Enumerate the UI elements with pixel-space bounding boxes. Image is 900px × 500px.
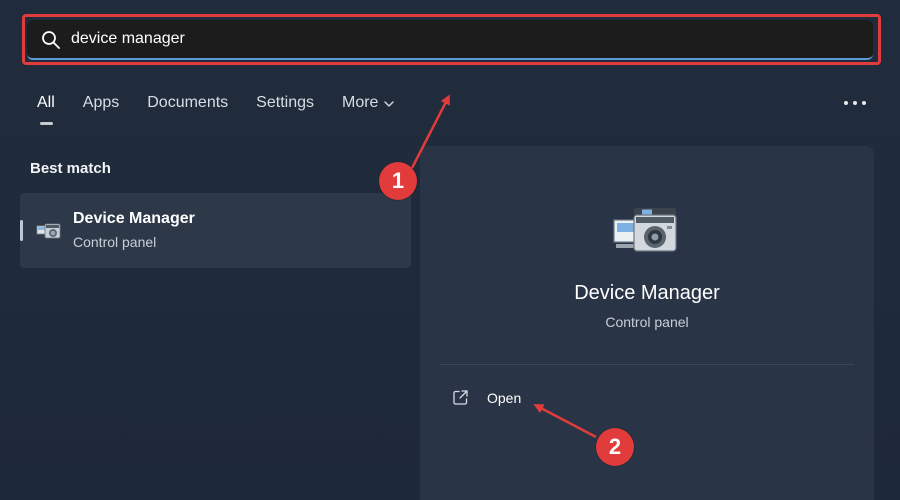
open-button-label: Open: [487, 389, 522, 406]
tab-active-indicator: [40, 122, 53, 125]
device-manager-icon: [613, 208, 677, 252]
step-badge-1: 1: [379, 162, 417, 200]
tab-all[interactable]: All: [37, 94, 55, 125]
tab-documents-label: Documents: [147, 94, 229, 111]
tab-all-label: All: [37, 94, 55, 111]
step-badge-2: 2: [596, 428, 634, 466]
search-input[interactable]: [71, 26, 851, 52]
filter-tabs: All Apps Documents Settings More: [37, 94, 422, 125]
device-manager-icon: [36, 223, 61, 239]
search-icon: [42, 31, 60, 49]
result-item-device-manager[interactable]: Device Manager Control panel: [20, 193, 411, 268]
selection-indicator: [20, 220, 23, 241]
chevron-down-icon: [384, 101, 395, 107]
tab-documents[interactable]: Documents: [147, 94, 228, 112]
preview-title: Device Manager: [574, 282, 720, 304]
preview-subtitle: Control panel: [605, 314, 689, 330]
tab-settings-label: Settings: [256, 94, 314, 111]
ellipsis-dot-icon: [844, 101, 848, 105]
best-match-heading: Best match: [30, 160, 111, 177]
ellipsis-dot-icon: [853, 101, 857, 105]
more-options-button[interactable]: [844, 98, 866, 108]
tab-more[interactable]: More: [341, 94, 395, 112]
search-box[interactable]: [27, 20, 873, 60]
open-external-icon: [453, 390, 468, 405]
tab-more-label: More: [341, 94, 379, 111]
result-subtitle: Control panel: [73, 234, 157, 250]
tab-settings[interactable]: Settings: [256, 94, 314, 112]
open-button[interactable]: Open: [452, 389, 521, 406]
ellipsis-dot-icon: [862, 101, 866, 105]
result-title: Device Manager: [73, 210, 195, 227]
tab-apps[interactable]: Apps: [83, 94, 119, 112]
tab-apps-label: Apps: [82, 94, 120, 111]
preview-panel: Device Manager Control panel Open: [420, 146, 874, 500]
preview-divider: [440, 364, 854, 365]
